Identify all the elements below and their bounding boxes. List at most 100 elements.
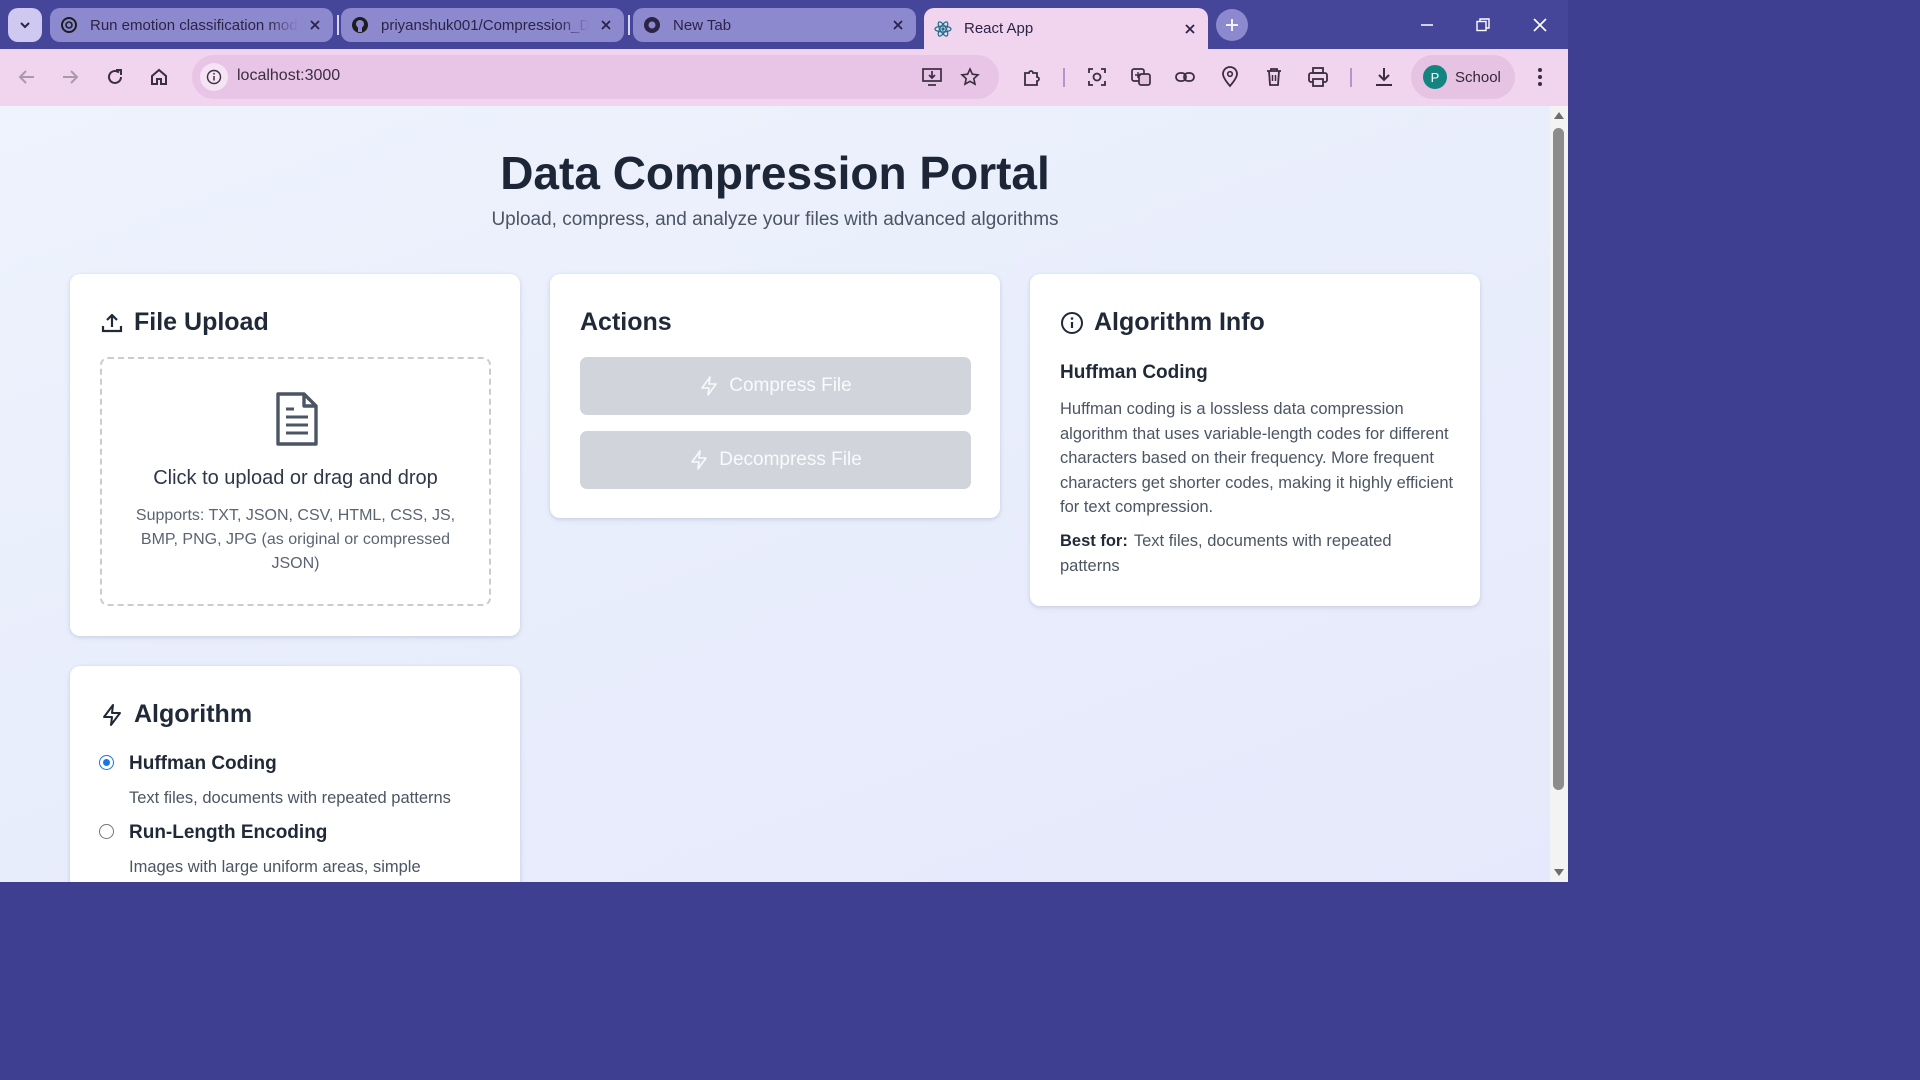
tab-chatgpt[interactable]: Run emotion classification mod [50, 8, 333, 42]
lightning-icon [691, 450, 708, 470]
best-for-label: Best for: [1060, 532, 1128, 550]
dropzone-instructions: Click to upload or drag and drop [153, 467, 438, 489]
lightning-icon [701, 376, 718, 396]
actions-heading: Actions [580, 308, 672, 336]
algorithm-description: Huffman coding is a lossless data compre… [1060, 400, 1454, 516]
tab-title: priyanshuk001/Compression_D [381, 16, 590, 34]
tab-search-button[interactable] [8, 8, 42, 42]
minimize-icon [1421, 24, 1433, 26]
bookmark-button[interactable] [957, 64, 983, 90]
tab-new-tab[interactable]: New Tab [633, 8, 916, 42]
minimize-button[interactable] [1412, 10, 1442, 40]
supported-formats: Supports: TXT, JSON, CSV, HTML, CSS, JS,… [135, 507, 456, 572]
restore-button[interactable] [1468, 10, 1498, 40]
scroll-down-arrow-icon[interactable] [1554, 869, 1564, 876]
toolbar-divider [1063, 68, 1065, 87]
back-button[interactable] [14, 64, 40, 90]
chatgpt-icon [61, 17, 77, 33]
tab-title: React App [964, 20, 1034, 37]
screenshot-extension-button[interactable] [1084, 64, 1110, 90]
arrow-right-icon [63, 70, 79, 84]
actions-header: Actions [580, 308, 672, 337]
browser-toolbar: localhost:3000 P School [0, 49, 1568, 106]
plus-icon [1226, 19, 1238, 31]
link-icon [1175, 72, 1195, 82]
actions-card: Actions Compress File Decompress File [550, 274, 1000, 518]
new-tab-button[interactable] [1216, 9, 1248, 41]
install-app-button[interactable] [919, 64, 945, 90]
chevron-down-icon [20, 22, 30, 29]
radio-button-huffman[interactable] [99, 755, 114, 770]
decompress-file-button[interactable]: Decompress File [580, 431, 971, 489]
page-scrollbar[interactable] [1550, 106, 1568, 882]
scroll-up-arrow-icon[interactable] [1554, 112, 1564, 119]
browser-menu-button[interactable] [1527, 64, 1553, 90]
close-icon[interactable] [598, 17, 614, 33]
algorithm-select-heading: Algorithm [134, 700, 253, 728]
file-upload-header: File Upload [100, 308, 269, 337]
info-icon [1061, 311, 1083, 334]
translate-icon [1131, 68, 1151, 86]
address-bar[interactable]: localhost:3000 [192, 55, 999, 99]
restore-icon [1476, 18, 1490, 32]
translate-button[interactable] [1128, 64, 1154, 90]
react-icon [934, 20, 952, 37]
tab-separator [337, 15, 339, 35]
page-viewport: Data Compression Portal Upload, compress… [0, 106, 1550, 882]
link-extension-button[interactable] [1172, 64, 1198, 90]
file-dropzone[interactable]: Click to upload or drag and drop Support… [100, 357, 491, 606]
profile-button[interactable]: P School [1411, 55, 1515, 99]
upload-icon [101, 313, 123, 332]
github-icon [352, 17, 368, 33]
close-icon[interactable] [307, 17, 323, 33]
algorithm-select-header: Algorithm [100, 700, 252, 729]
home-button[interactable] [146, 64, 172, 90]
arrow-left-icon [18, 70, 34, 84]
scrollbar-thumb[interactable] [1553, 128, 1564, 790]
home-icon [151, 68, 167, 85]
file-document-icon [276, 392, 318, 446]
reload-button[interactable] [102, 64, 128, 90]
tab-strip: Run emotion classification mod priyanshu… [0, 0, 1568, 49]
puzzle-icon [1024, 70, 1040, 86]
best-for: Best for: Text files, documents with repe… [1060, 529, 1455, 578]
tab-react-app[interactable]: React App [924, 8, 1208, 49]
page-subtitle: Upload, compress, and analyze your files… [491, 209, 1059, 230]
print-button[interactable] [1305, 64, 1331, 90]
tab-title: Run emotion classification mod [90, 16, 298, 34]
algorithm-select-card: Algorithm Huffman Coding Text files, doc… [70, 666, 520, 882]
trash-icon [1267, 68, 1281, 86]
download-icon [1376, 68, 1392, 86]
algorithm-option-title[interactable]: Huffman Coding [129, 753, 277, 775]
tab-separator [628, 15, 630, 35]
install-icon [922, 68, 942, 86]
forward-button[interactable] [57, 64, 83, 90]
avatar: P [1423, 65, 1447, 89]
algorithm-option-title[interactable]: Run-Length Encoding [129, 822, 327, 844]
extensions-button[interactable] [1019, 64, 1045, 90]
location-extension-button[interactable] [1217, 64, 1243, 90]
compress-file-label: Compress File [729, 375, 852, 396]
close-icon[interactable] [1182, 21, 1198, 37]
close-window-button[interactable] [1525, 10, 1555, 40]
algorithm-info-card: Algorithm Info Huffman Coding Huffman co… [1030, 274, 1480, 606]
map-pin-icon [1222, 66, 1238, 88]
file-upload-card: File Upload Click to upload or drag and … [70, 274, 520, 636]
algorithm-name: Huffman Coding [1060, 362, 1208, 383]
screen-capture-icon [1088, 68, 1106, 86]
chrome-icon [644, 17, 660, 33]
downloads-button[interactable] [1371, 64, 1397, 90]
close-icon[interactable] [890, 17, 906, 33]
tab-github[interactable]: priyanshuk001/Compression_D [341, 8, 624, 42]
compress-file-button[interactable]: Compress File [580, 357, 971, 415]
reload-icon [108, 69, 122, 84]
url-text[interactable]: localhost:3000 [237, 67, 340, 85]
file-upload-heading: File Upload [134, 308, 269, 336]
radio-button-rle[interactable] [99, 824, 114, 839]
site-info-icon[interactable] [200, 63, 228, 91]
tab-title: New Tab [673, 16, 732, 34]
profile-name: School [1455, 68, 1501, 86]
algorithm-option-description: Text files, documents with repeated patt… [129, 789, 451, 807]
page-title: Data Compression Portal [500, 147, 1050, 199]
clear-data-extension-button[interactable] [1261, 64, 1287, 90]
